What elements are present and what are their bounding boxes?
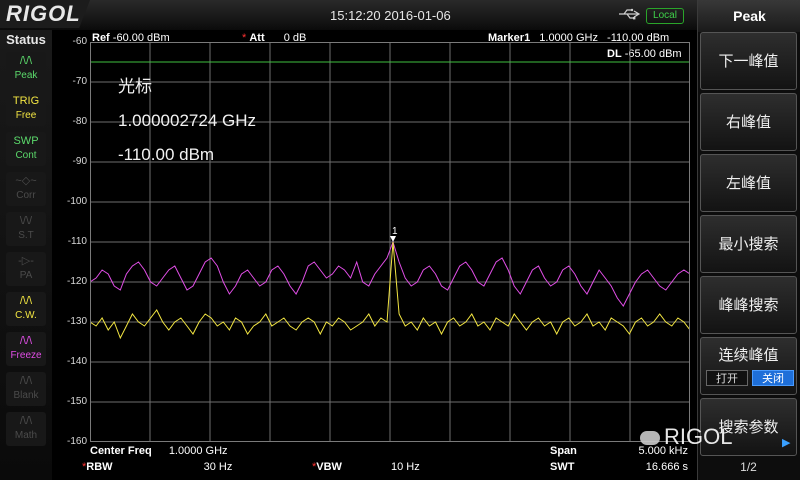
status-glyph-icon: ~◇~ [15,175,37,187]
status-glyph-icon: -▷- [18,255,34,267]
status-glyph-icon: /\/\ [19,375,33,387]
status-glyph-icon: \/\/ [19,215,33,227]
status-item-label: Free [15,110,37,121]
status-item-cw[interactable]: /\/\ C.W. [6,292,46,326]
center-freq-readout[interactable]: Center Freq 1.0000 GHz [90,445,228,457]
swt-label: SWT [550,461,575,473]
status-item-blank[interactable]: /\/\ Blank [6,372,46,406]
y-tick-label: -70 [72,76,87,87]
y-tick-label: -130 [66,316,87,327]
softkey-4[interactable]: 最小搜索 [700,215,797,273]
status-item-label: S.T [18,230,34,241]
status-item-pa[interactable]: -▷- PA [6,252,46,286]
toggle-on-option[interactable]: 打开 [706,370,748,386]
status-item-label: Corr [16,190,36,201]
status-item-math[interactable]: /\/\ Math [6,412,46,446]
y-tick-label: -90 [72,156,87,167]
status-item-freeze[interactable]: /\/\ Freeze [6,332,46,366]
y-tick-label: -160 [66,436,87,447]
status-item-peak[interactable]: /\/\ Peak [6,52,46,86]
swt-label-group[interactable]: SWT [550,461,574,473]
status-glyph-icon: /\/\ [19,55,33,67]
status-glyph-icon: /\/\ [19,415,33,427]
chat-bubble-icon [640,431,660,446]
status-item-label: C.W. [15,310,37,321]
continuous-peak-toggle[interactable]: 打开 关闭 [706,370,794,386]
softkey-2[interactable]: 右峰值 [700,93,797,151]
marker-box-freq: 1.000002724 GHz [118,111,256,130]
vbw-readout[interactable]: *VBW 10 Hz [312,461,420,473]
marker-box-title: 光标 [118,77,152,96]
menu-title: Peak [698,0,800,32]
softkey-5[interactable]: 峰峰搜索 [700,276,797,334]
y-tick-label: -100 [66,196,87,207]
vbw-label: VBW [316,461,342,473]
status-item-st[interactable]: \/\/ S.T [6,212,46,246]
marker-number-label: 1 [392,226,398,237]
y-tick-label: -150 [66,396,87,407]
rbw-readout[interactable]: *RBW 30 Hz [82,461,232,473]
y-tick-label: -80 [72,116,87,127]
vbw-value: 10 Hz [391,461,420,473]
usb-icon [619,8,641,20]
softkey-3[interactable]: 左峰值 [700,154,797,212]
softkey-1[interactable]: 下一峰值 [700,32,797,90]
status-item-label: Math [14,430,38,441]
span-label-group[interactable]: Span [550,445,577,457]
center-freq-value: 1.0000 GHz [168,445,228,457]
marker-info-box: 光标 1.000002724 GHz -110.00 dBm [118,70,256,172]
y-tick-label: -120 [66,276,87,287]
status-item-corr[interactable]: ~◇~ Corr [6,172,46,206]
marker-box-amp: -110.00 dBm [118,145,215,164]
center-freq-label: Center Freq [90,445,152,457]
status-title: Status [6,32,46,47]
status-glyph-icon: /\/\ [19,335,33,347]
menu-page-indicator: 1/2 [740,460,757,474]
swt-value: 16.666 s [645,461,688,473]
status-item-label: Blank [13,390,39,401]
local-status-badge: Local [646,8,684,24]
next-page-arrow-icon[interactable]: ▶ [782,436,790,449]
y-tick-label: -140 [66,356,87,367]
status-item-label: Peak [14,70,38,81]
span-label: Span [550,445,577,457]
y-tick-label: -110 [67,236,87,247]
toggle-off-option[interactable]: 关闭 [752,370,794,386]
rigol-logo: RIGOL [0,0,90,28]
status-item-label: PA [19,270,33,281]
status-glyph-icon: SWP [13,135,39,147]
watermark-text: RIGOL [664,424,733,449]
status-item-free[interactable]: TRIG Free [6,92,46,126]
y-tick-label: -60 [72,36,87,47]
status-item-label: Cont [15,150,37,161]
status-item-cont[interactable]: SWP Cont [6,132,46,166]
status-glyph-icon: TRIG [12,95,40,107]
rbw-value: 30 Hz [203,461,233,473]
datetime-display: 15:12:20 2016-01-06 [330,8,451,23]
status-glyph-icon: /\/\ [19,295,33,307]
status-item-label: Freeze [10,350,42,361]
watermark: RIGOL [640,424,732,450]
rbw-label: RBW [86,461,113,473]
